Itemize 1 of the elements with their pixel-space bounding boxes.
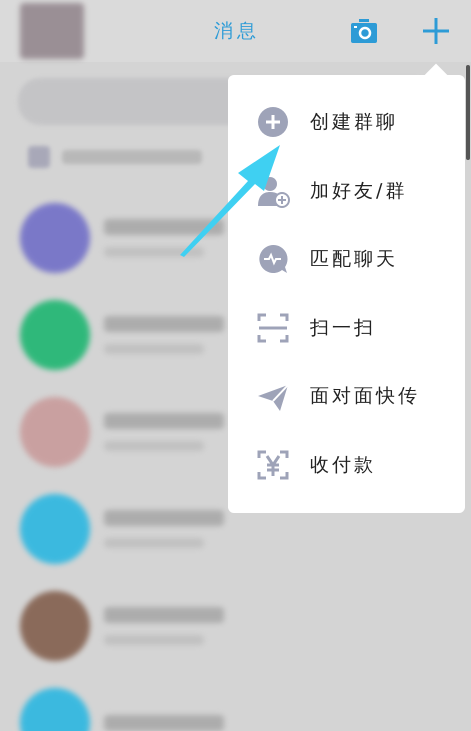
page-title: 消息 bbox=[214, 18, 260, 44]
